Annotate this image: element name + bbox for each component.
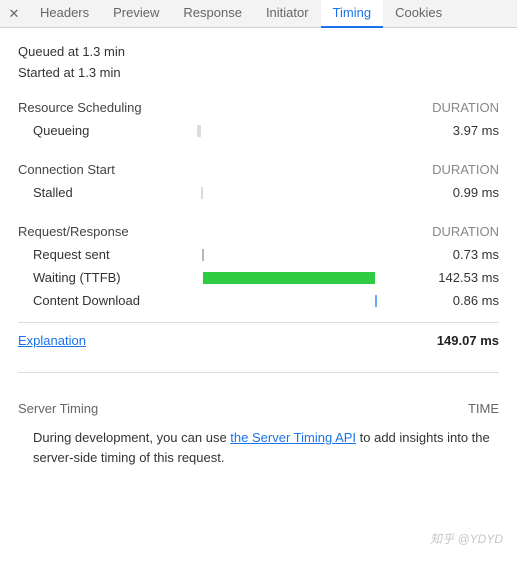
row-label: Request sent <box>18 247 193 262</box>
row-bar <box>197 271 377 285</box>
server-timing-header: Server Timing TIME <box>18 397 499 420</box>
row-content-download: Content Download 0.86 ms <box>18 289 499 312</box>
started-at: Started at 1.3 min <box>18 65 499 80</box>
close-icon[interactable]: ✕ <box>0 6 28 22</box>
section-resource-scheduling: Resource Scheduling DURATION Queueing 3.… <box>18 96 499 142</box>
timing-content: Queued at 1.3 min Started at 1.3 min Res… <box>0 28 517 483</box>
section-title: Connection Start <box>18 162 115 177</box>
row-label: Queueing <box>18 123 193 138</box>
tab-timing[interactable]: Timing <box>321 0 384 28</box>
summary-row: Explanation 149.07 ms <box>18 333 499 348</box>
row-value: 0.86 ms <box>381 293 499 308</box>
divider <box>18 372 499 373</box>
row-bar <box>197 186 377 200</box>
section-request-response: Request/Response DURATION Request sent 0… <box>18 220 499 312</box>
row-queueing: Queueing 3.97 ms <box>18 119 499 142</box>
row-value: 142.53 ms <box>381 270 499 285</box>
row-value: 0.73 ms <box>381 247 499 262</box>
server-timing-api-link[interactable]: the Server Timing API <box>230 430 356 445</box>
watermark: 知乎 @YDYD <box>430 530 503 547</box>
queued-at: Queued at 1.3 min <box>18 44 499 59</box>
devtools-tabs: ✕ Headers Preview Response Initiator Tim… <box>0 0 517 28</box>
row-label: Stalled <box>18 185 193 200</box>
duration-header: DURATION <box>432 162 499 177</box>
server-timing-note: During development, you can use the Serv… <box>18 420 499 467</box>
tab-headers[interactable]: Headers <box>28 0 101 28</box>
duration-header: DURATION <box>432 100 499 115</box>
row-request-sent: Request sent 0.73 ms <box>18 243 499 266</box>
server-timing-title: Server Timing <box>18 401 98 416</box>
tab-preview[interactable]: Preview <box>101 0 171 28</box>
tab-initiator[interactable]: Initiator <box>254 0 321 28</box>
row-bar <box>197 294 377 308</box>
tab-cookies[interactable]: Cookies <box>383 0 454 28</box>
row-label: Content Download <box>18 293 193 308</box>
total-time: 149.07 ms <box>437 333 499 348</box>
row-bar <box>197 124 377 138</box>
row-waiting-ttfb: Waiting (TTFB) 142.53 ms <box>18 266 499 289</box>
row-value: 3.97 ms <box>381 123 499 138</box>
section-title: Resource Scheduling <box>18 100 142 115</box>
row-value: 0.99 ms <box>381 185 499 200</box>
explanation-link[interactable]: Explanation <box>18 333 86 348</box>
row-label: Waiting (TTFB) <box>18 270 193 285</box>
section-connection-start: Connection Start DURATION Stalled 0.99 m… <box>18 158 499 204</box>
note-text-before: During development, you can use <box>33 430 230 445</box>
row-stalled: Stalled 0.99 ms <box>18 181 499 204</box>
section-title: Request/Response <box>18 224 129 239</box>
tab-response[interactable]: Response <box>171 0 254 28</box>
time-header: TIME <box>468 401 499 416</box>
divider <box>18 322 499 323</box>
row-bar <box>197 248 377 262</box>
duration-header: DURATION <box>432 224 499 239</box>
